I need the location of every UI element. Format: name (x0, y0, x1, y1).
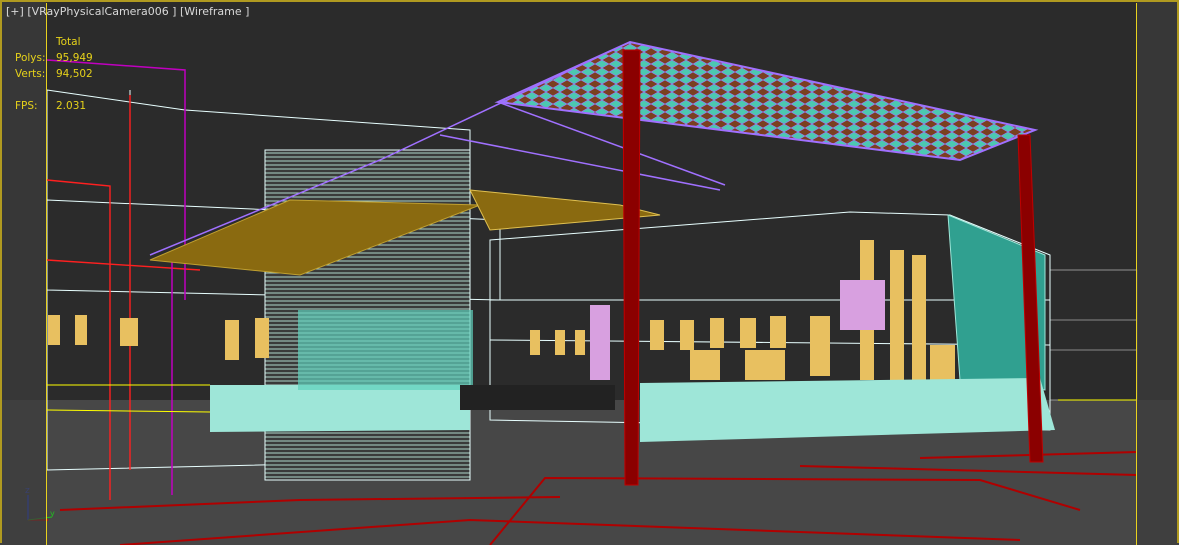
verts-label: Verts: (15, 68, 46, 80)
stats-header: Total (56, 36, 81, 48)
viewport-shading-menu[interactable]: [Wireframe ] (180, 5, 249, 18)
verts-value: 94,502 (56, 68, 93, 80)
viewport-camera-menu[interactable]: [VRayPhysicalCamera006 ] (27, 5, 176, 18)
fps-value: 2.031 (56, 100, 87, 112)
viewport[interactable]: z y [+] [VRayPhysicalCamera006 ] [Wirefr… (0, 0, 1179, 545)
polys-value: 95,949 (56, 52, 93, 64)
viewport-plus-menu[interactable]: [+] (6, 5, 24, 18)
fps-label: FPS: (15, 100, 38, 112)
active-viewport-border (0, 0, 1179, 543)
polys-label: Polys: (15, 52, 46, 64)
viewport-label: [+] [VRayPhysicalCamera006 ] [Wireframe … (6, 5, 249, 18)
